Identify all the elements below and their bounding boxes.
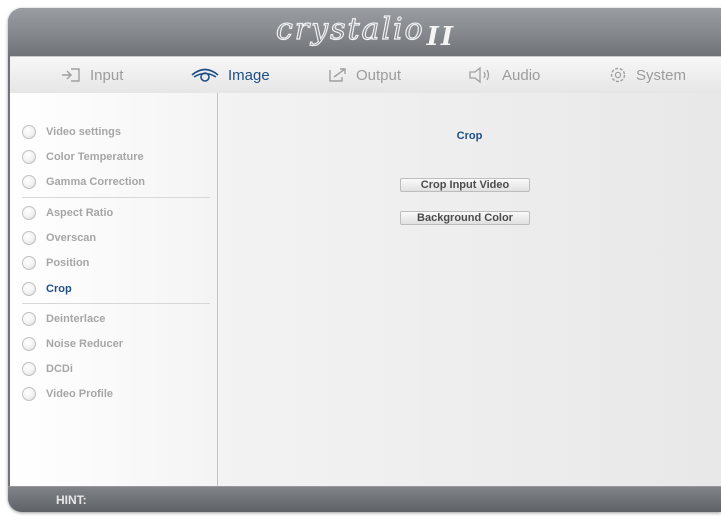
tab-system[interactable]: System	[608, 57, 686, 93]
sidebar-item-crop[interactable]: Crop	[22, 278, 72, 300]
sidebar-item-label: Video Profile	[46, 388, 114, 400]
sidebar-item-label: Noise Reducer	[46, 338, 124, 350]
tab-label: Input	[90, 66, 124, 84]
radio-button-icon	[22, 150, 36, 164]
sidebar-item-video-settings[interactable]: Video settings	[22, 121, 121, 143]
sidebar-item-video-profile[interactable]: Video Profile	[22, 383, 113, 405]
tab-image[interactable]: Image	[190, 57, 270, 93]
main-content-panel: Crop Crop Input Video Background Color	[218, 93, 721, 486]
output-icon	[328, 66, 348, 84]
hint-label: HINT:	[56, 493, 87, 507]
menu-divider	[22, 303, 210, 304]
brand-logo: crystalioII	[275, 11, 455, 52]
sidebar-item-noise-reducer[interactable]: Noise Reducer	[22, 333, 123, 355]
sidebar-item-label: Crop	[46, 283, 72, 295]
tab-label: Output	[356, 66, 402, 84]
eye-icon	[190, 66, 220, 84]
tab-output[interactable]: Output	[328, 57, 401, 93]
sidebar-item-overscan[interactable]: Overscan	[22, 227, 96, 249]
tab-input[interactable]: Input	[60, 57, 123, 93]
radio-button-icon	[22, 231, 36, 245]
radio-button-icon	[22, 337, 36, 351]
radio-button-icon	[22, 206, 36, 220]
sidebar-item-dcdi[interactable]: DCDi	[22, 358, 73, 380]
sidebar-item-label: Deinterlace	[46, 313, 106, 325]
tab-label: Audio	[502, 66, 541, 84]
radio-button-icon	[22, 387, 36, 401]
logo-header: crystalioII	[8, 8, 721, 56]
sidebar-item-label: Overscan	[46, 232, 97, 244]
sidebar-item-aspect-ratio[interactable]: Aspect Ratio	[22, 202, 113, 224]
radio-button-icon	[22, 256, 36, 270]
radio-button-icon	[22, 125, 36, 139]
speaker-icon	[468, 66, 494, 84]
sidebar-item-label: Aspect Ratio	[46, 207, 114, 219]
background-color-button[interactable]: Background Color	[400, 211, 530, 225]
sidebar-item-gamma-correction[interactable]: Gamma Correction	[22, 171, 145, 193]
gear-icon	[608, 66, 628, 84]
sidebar-item-color-temperature[interactable]: Color Temperature	[22, 146, 144, 168]
radio-button-icon	[22, 175, 36, 189]
app-window: crystalioII Input Image Output Audio Sys…	[8, 8, 721, 512]
menu-divider	[22, 197, 210, 198]
input-icon	[60, 66, 82, 84]
radio-button-icon	[22, 282, 36, 296]
radio-button-icon	[22, 312, 36, 326]
sidebar-menu: Video settings Color Temperature Gamma C…	[10, 93, 218, 486]
page-title: Crop	[456, 130, 483, 142]
tab-audio[interactable]: Audio	[468, 57, 540, 93]
sidebar-item-deinterlace[interactable]: Deinterlace	[22, 308, 105, 330]
tab-label: System	[636, 66, 687, 84]
tab-label: Image	[228, 66, 270, 84]
sidebar-item-label: Color Temperature	[46, 151, 144, 163]
main-tab-bar: Input Image Output Audio System	[10, 56, 721, 94]
hint-bar: HINT:	[8, 486, 721, 512]
sidebar-item-label: DCDi	[46, 363, 73, 375]
radio-button-icon	[22, 362, 36, 376]
sidebar-item-label: Video settings	[46, 126, 121, 138]
sidebar-item-label: Gamma Correction	[46, 176, 146, 188]
sidebar-item-position[interactable]: Position	[22, 252, 89, 274]
sidebar-item-label: Position	[46, 257, 90, 269]
crop-input-video-button[interactable]: Crop Input Video	[400, 178, 530, 192]
